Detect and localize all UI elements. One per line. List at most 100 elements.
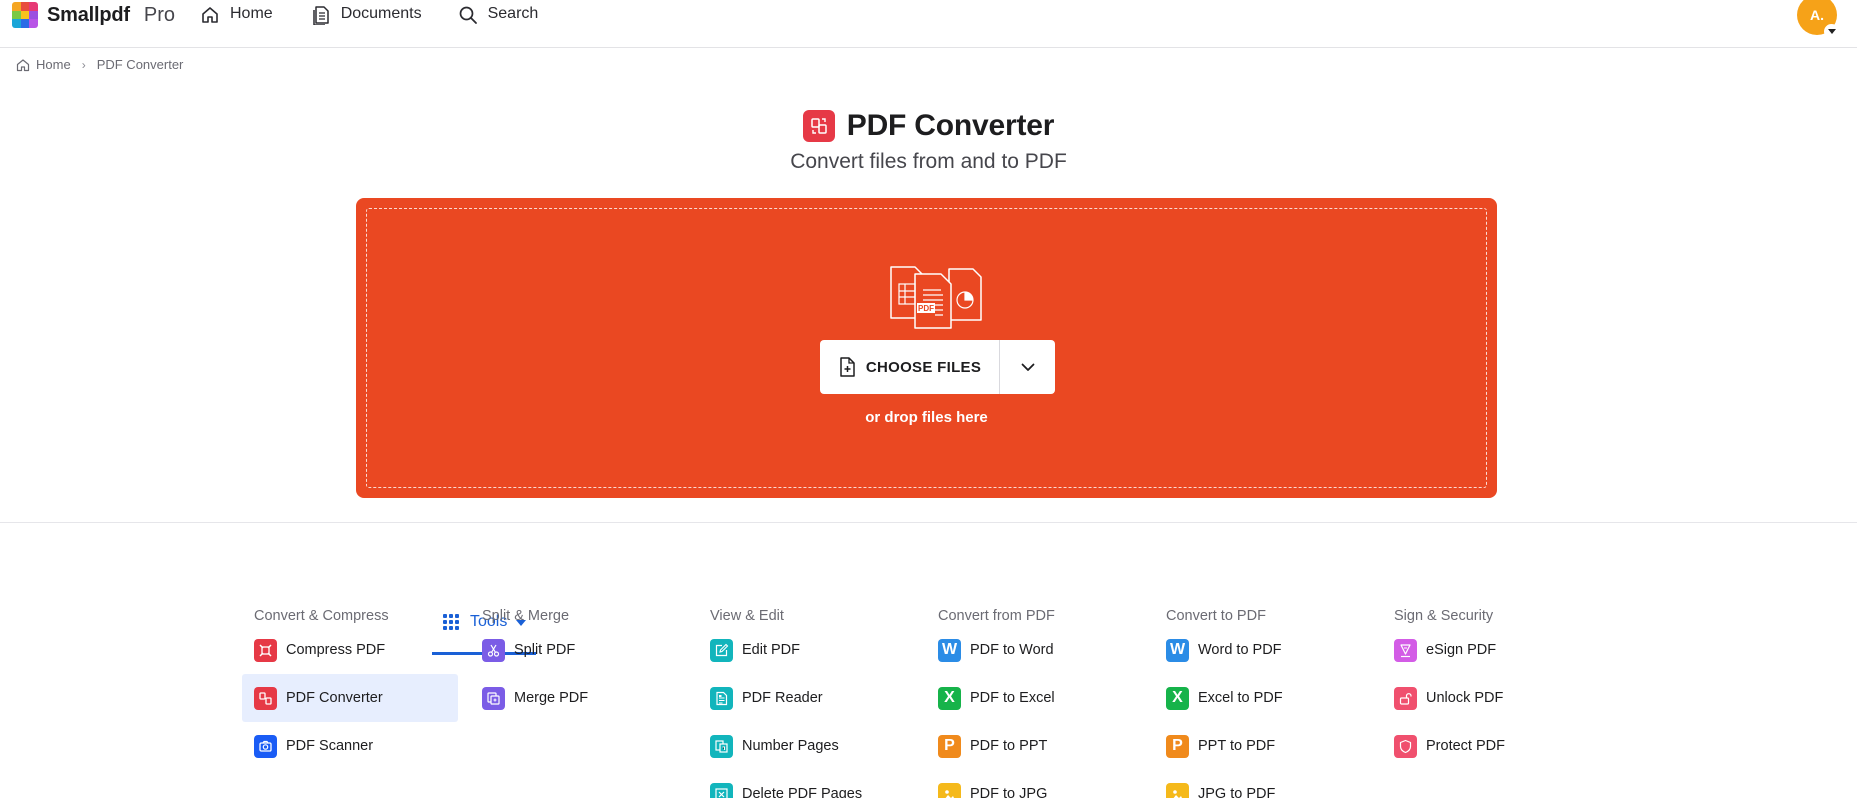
- tool-pdf-to-excel[interactable]: X PDF to Excel: [926, 674, 1142, 722]
- tool-number-pages[interactable]: Number Pages: [698, 722, 914, 770]
- tool-pdf-to-ppt[interactable]: P PDF to PPT: [926, 722, 1142, 770]
- tool-label: PDF to Word: [970, 642, 1054, 658]
- ppt-icon: P: [1166, 734, 1189, 758]
- tool-pdf-converter[interactable]: PDF Converter: [242, 674, 458, 722]
- compress-icon: [254, 638, 277, 662]
- esign-icon: [1394, 638, 1417, 662]
- search-icon: [459, 6, 477, 24]
- tool-merge-pdf[interactable]: Merge PDF: [470, 674, 686, 722]
- word-icon: W: [1166, 638, 1189, 662]
- tool-label: PDF to PPT: [970, 738, 1048, 754]
- page-header: PDF Converter Convert files from and to …: [0, 108, 1857, 174]
- file-add-icon: [840, 357, 855, 377]
- column-convert-from-pdf: Convert from PDF W PDF to Word X PDF to …: [926, 608, 1154, 798]
- nav-home-label: Home: [230, 5, 273, 22]
- convert-icon: [254, 686, 277, 710]
- tool-label: Word to PDF: [1198, 642, 1282, 658]
- tool-label: Excel to PDF: [1198, 690, 1283, 706]
- tool-label: JPG to PDF: [1198, 786, 1276, 798]
- breadcrumb-current: PDF Converter: [96, 57, 184, 72]
- column-view-edit: View & Edit Edit PDF PDF Reader Number P…: [698, 608, 926, 798]
- chevron-down-icon: [1021, 363, 1034, 371]
- number-pages-icon: [710, 734, 733, 758]
- merge-icon: [482, 686, 505, 710]
- scissors-icon: [482, 638, 505, 662]
- tool-unlock-pdf[interactable]: Unlock PDF: [1382, 674, 1598, 722]
- tool-delete-pdf-pages[interactable]: Delete PDF Pages: [698, 770, 914, 798]
- column-split-merge: Split & Merge Split PDF Merge PDF: [470, 608, 698, 798]
- column-sign-security: Sign & Security eSign PDF Unlock PDF Pro…: [1382, 608, 1610, 798]
- brand-tier: Pro: [143, 3, 175, 26]
- word-icon: W: [938, 638, 961, 662]
- converter-icon: [802, 110, 835, 142]
- choose-files-group: CHOOSE FILES: [820, 340, 1055, 394]
- shield-icon: [1394, 734, 1417, 758]
- excel-icon: X: [938, 686, 961, 710]
- tool-pdf-to-jpg[interactable]: PDF to JPG: [926, 770, 1142, 798]
- nav-documents[interactable]: Documents: [311, 0, 422, 48]
- jpg-icon: [1166, 782, 1189, 798]
- tool-pdf-reader[interactable]: PDF Reader: [698, 674, 914, 722]
- tool-label: Edit PDF: [742, 642, 801, 658]
- avatar-dropdown-icon[interactable]: [1824, 24, 1839, 39]
- tool-excel-to-pdf[interactable]: X Excel to PDF: [1154, 674, 1370, 722]
- tool-pdf-scanner[interactable]: PDF Scanner: [242, 722, 458, 770]
- tool-label: Protect PDF: [1426, 738, 1505, 754]
- nav-home[interactable]: Home: [200, 0, 273, 48]
- tool-label: Merge PDF: [514, 690, 589, 706]
- choose-files-label: CHOOSE FILES: [865, 358, 982, 376]
- tool-label: PDF Scanner: [286, 738, 374, 754]
- column-heading: Convert & Compress: [254, 608, 389, 624]
- drop-hint: or drop files here: [865, 409, 988, 426]
- tool-pdf-to-word[interactable]: W PDF to Word: [926, 626, 1142, 674]
- breadcrumb-home[interactable]: Home: [36, 57, 71, 72]
- tool-protect-pdf[interactable]: Protect PDF: [1382, 722, 1598, 770]
- section-divider: [0, 522, 1857, 523]
- nav-documents-label: Documents: [340, 5, 422, 22]
- column-heading: Convert from PDF: [938, 608, 1055, 624]
- tool-label: PDF Reader: [742, 690, 823, 706]
- tool-word-to-pdf[interactable]: W Word to PDF: [1154, 626, 1370, 674]
- tool-split-pdf[interactable]: Split PDF: [470, 626, 686, 674]
- dropzone-border: PDF CHOOSE FILES or drop files here: [366, 208, 1487, 488]
- tool-label: PPT to PDF: [1198, 738, 1276, 754]
- files-illustration-icon: PDF: [890, 266, 982, 329]
- ppt-icon: P: [938, 734, 961, 758]
- nav-search[interactable]: Search: [458, 0, 539, 48]
- choose-files-button[interactable]: CHOOSE FILES: [820, 340, 1000, 394]
- tool-label: Compress PDF: [286, 642, 386, 658]
- tool-label: Number Pages: [742, 738, 839, 754]
- column-heading: View & Edit: [710, 608, 784, 624]
- tool-ppt-to-pdf[interactable]: P PPT to PDF: [1154, 722, 1370, 770]
- tool-label: Unlock PDF: [1426, 690, 1504, 706]
- tool-esign-pdf[interactable]: eSign PDF: [1382, 626, 1598, 674]
- tool-label: Split PDF: [514, 642, 576, 658]
- column-convert-compress: Convert & Compress Compress PDF PDF Conv…: [242, 608, 470, 798]
- choose-files-dropdown-button[interactable]: [1000, 340, 1055, 394]
- column-convert-to-pdf: Convert to PDF W Word to PDF X Excel to …: [1154, 608, 1382, 798]
- brand-logo[interactable]: Smallpdf Pro: [12, 0, 175, 30]
- column-heading: Split & Merge: [482, 608, 570, 624]
- tool-label: PDF to JPG: [970, 786, 1048, 798]
- delete-pages-icon: [710, 782, 733, 798]
- edit-icon: [710, 638, 733, 662]
- breadcrumb-separator-icon: ›: [81, 57, 86, 72]
- column-heading: Convert to PDF: [1166, 608, 1266, 624]
- documents-icon: [312, 6, 329, 25]
- tool-label: eSign PDF: [1426, 642, 1497, 658]
- tool-label: PDF Converter: [286, 690, 383, 706]
- tool-jpg-to-pdf[interactable]: JPG to PDF: [1154, 770, 1370, 798]
- tool-label: PDF to Excel: [970, 690, 1055, 706]
- reader-icon: [710, 686, 733, 710]
- tool-compress-pdf[interactable]: Compress PDF: [242, 626, 458, 674]
- smallpdf-logo-icon: [12, 2, 38, 28]
- column-heading: Sign & Security: [1394, 608, 1494, 624]
- page-title: PDF Converter: [846, 109, 1055, 142]
- nav-search-label: Search: [487, 5, 539, 22]
- breadcrumb: Home › PDF Converter: [16, 57, 183, 72]
- file-dropzone[interactable]: PDF CHOOSE FILES or drop files here: [356, 198, 1497, 498]
- illustration-pdf-label: PDF: [918, 304, 934, 313]
- home-icon: [16, 58, 30, 71]
- tool-edit-pdf[interactable]: Edit PDF: [698, 626, 914, 674]
- home-icon: [202, 7, 218, 23]
